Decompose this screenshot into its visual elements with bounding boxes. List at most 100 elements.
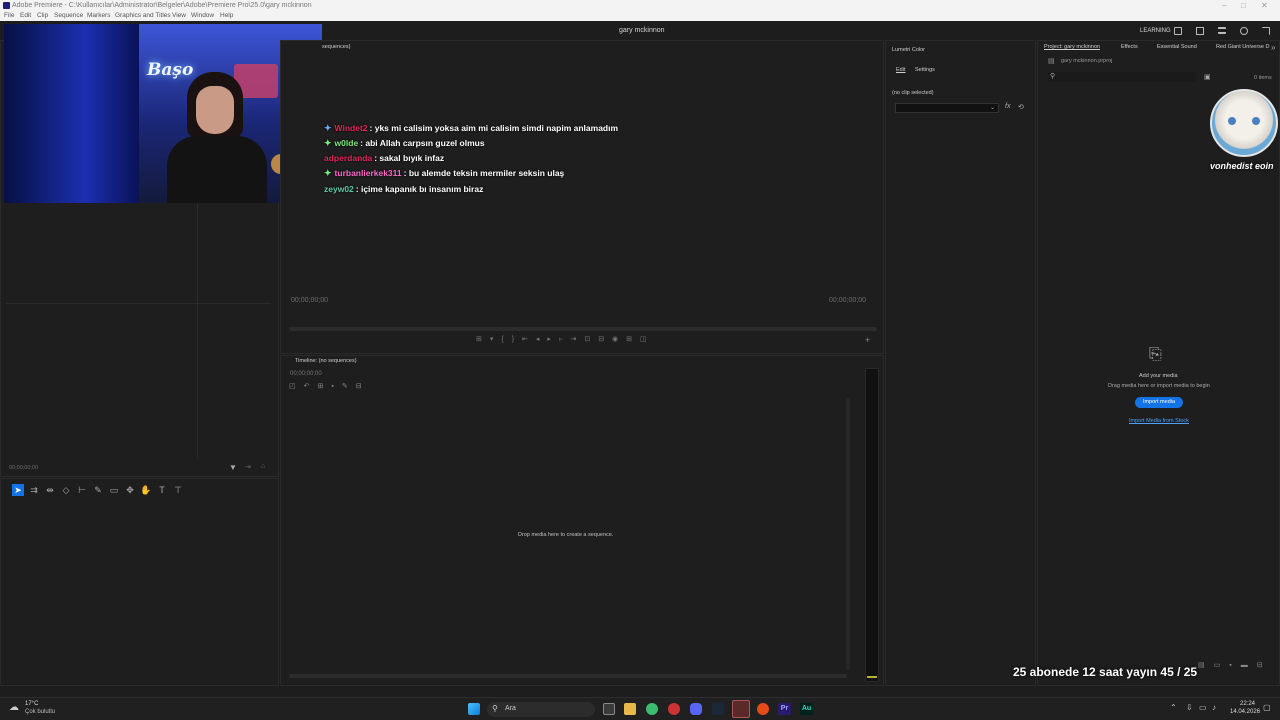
add-media-icon: ⎘ xyxy=(1149,346,1162,363)
razor-tool-icon[interactable]: ◇ xyxy=(60,484,72,496)
reset-icon[interactable]: ⟲ xyxy=(1018,103,1024,111)
timeline-tools[interactable]: ◰↶⊞▪✎⊟ xyxy=(289,382,381,392)
hand-tool-icon[interactable]: ✥ xyxy=(124,484,136,496)
tab-effects[interactable]: Effects xyxy=(1121,44,1138,50)
menu-window[interactable]: Window xyxy=(191,11,214,21)
learning-button[interactable]: LEARNING xyxy=(1140,28,1171,34)
menu-file[interactable]: File xyxy=(4,11,14,21)
monitor-tab[interactable]: sequences) xyxy=(322,44,350,50)
maximize-button[interactable]: □ xyxy=(1241,0,1246,11)
export-icon[interactable]: ⇥ xyxy=(245,463,251,471)
folder-icon: ▤ xyxy=(1048,58,1055,65)
chat-message: ✦ turbanlierkek311: bu alemde teksin merm… xyxy=(324,168,564,179)
volume-icon[interactable]: ♪ xyxy=(1212,703,1216,712)
menu-view[interactable]: View xyxy=(172,11,186,21)
fx-icon[interactable]: fx xyxy=(1005,103,1010,110)
program-timecode-left: 00;00;00;00 xyxy=(291,297,328,304)
timeline-vertical-scrollbar[interactable] xyxy=(846,398,850,670)
panel-divider xyxy=(197,203,198,458)
premiere-app-icon xyxy=(3,2,10,9)
chat-message: zeyw02: içime kapanık bı insanım biraz xyxy=(324,184,483,194)
usb-icon[interactable]: ⇩ xyxy=(1186,703,1193,712)
chrome-icon[interactable] xyxy=(668,703,680,715)
window-title-bar: Adobe Premiere - C:\Kullanıcılar\Adminis… xyxy=(0,0,1280,11)
program-scrubber[interactable] xyxy=(289,327,877,331)
panel-divider xyxy=(6,303,271,304)
search-label: Ara xyxy=(505,705,516,712)
lumetri-tab-edit[interactable]: Edit xyxy=(896,67,905,73)
notification-icon[interactable]: ▢ xyxy=(1263,703,1271,712)
minimize-button[interactable]: – xyxy=(1222,0,1226,11)
network-icon[interactable]: ▭ xyxy=(1199,703,1207,712)
close-button[interactable]: ✕ xyxy=(1261,0,1268,11)
windows-start-icon[interactable] xyxy=(468,703,480,715)
taskbar-search-box[interactable]: ⚲ Ara xyxy=(487,702,595,717)
menu-clip[interactable]: Clip xyxy=(37,11,48,21)
clock-date[interactable]: 14.04.2026 xyxy=(1230,709,1260,715)
timeline-panel: Timeline: (no sequences) 00;00;00;00 ◰↶⊞… xyxy=(280,355,884,686)
audition-taskbar-icon[interactable]: Au xyxy=(800,703,813,715)
audio-meter-level xyxy=(867,676,877,678)
webcam-overlay: Başo xyxy=(4,24,322,203)
slip-tool-icon[interactable]: ⊢ xyxy=(76,484,88,496)
menu-graphics[interactable]: Graphics and Titles xyxy=(115,11,171,21)
track-select-tool-icon[interactable]: ⇉ xyxy=(28,484,40,496)
tray-overflow-icon[interactable]: ⌃ xyxy=(1170,703,1177,712)
discord-icon[interactable] xyxy=(690,703,702,715)
task-view-icon[interactable] xyxy=(603,703,615,715)
cat-eye xyxy=(1228,117,1236,125)
filter-icon[interactable]: ▼ xyxy=(229,463,237,472)
clip-dropdown[interactable]: ⌄ xyxy=(895,103,999,113)
weather-icon: ☁ xyxy=(9,702,19,713)
empty-title: Add your media xyxy=(1139,373,1178,379)
neon-sign: Başo xyxy=(147,60,194,80)
zoom-tool-icon[interactable]: ✋ xyxy=(140,484,152,496)
app-icon[interactable] xyxy=(646,703,658,715)
tab-red-giant[interactable]: Red Giant Universe D xyxy=(1216,44,1270,50)
import-media-button[interactable]: Import media xyxy=(1135,397,1183,408)
menu-icon[interactable] xyxy=(1218,27,1226,34)
menu-markers[interactable]: Markers xyxy=(87,11,110,21)
tab-essential-sound[interactable]: Essential Sound xyxy=(1157,44,1197,50)
menu-bar: File Edit Clip Sequence Markers Graphics… xyxy=(0,11,1280,21)
lumetri-tab-settings[interactable]: Settings xyxy=(915,67,935,73)
menu-sequence[interactable]: Sequence xyxy=(54,11,83,21)
active-app-icon[interactable] xyxy=(732,700,750,718)
timeline-horizontal-scrollbar[interactable] xyxy=(289,674,847,678)
items-count: 0 items xyxy=(1254,75,1272,81)
menu-help[interactable]: Help xyxy=(220,11,233,21)
new-bin-icon[interactable]: ▣ xyxy=(1204,73,1211,81)
tab-project[interactable]: Project: gary mckinnon xyxy=(1044,44,1100,50)
chat-message: adperdanda: sakal bıyık infaz xyxy=(324,153,444,163)
pen-tool-icon[interactable]: ✎ xyxy=(92,484,104,496)
menu-edit[interactable]: Edit xyxy=(20,11,31,21)
premiere-taskbar-icon[interactable]: Pr xyxy=(778,703,791,715)
type-tool-icon[interactable]: T xyxy=(156,484,168,496)
browser-icon[interactable] xyxy=(757,703,769,715)
rectangle-tool-icon[interactable]: ▭ xyxy=(108,484,120,496)
wrench-icon[interactable]: ⌂ xyxy=(261,463,265,470)
clock-time[interactable]: 22:24 xyxy=(1240,701,1255,707)
add-button-icon[interactable]: + xyxy=(865,335,870,345)
steam-icon[interactable] xyxy=(712,703,724,715)
lumetri-panel: Lumetri Color Edit Settings (no clip sel… xyxy=(885,40,1036,686)
chat-username: zeyw02 xyxy=(324,184,354,194)
import-stock-link[interactable]: Import Media from Stock xyxy=(1129,418,1189,424)
tools-panel: ➤ ⇉ ⇹ ◇ ⊢ ✎ ▭ ✥ ✋ T ⊤ xyxy=(0,478,279,686)
lumetri-title[interactable]: Lumetri Color xyxy=(892,47,925,53)
project-footer-tools[interactable]: ▤▭▪▬⊟ xyxy=(1198,661,1278,671)
timeline-tab[interactable]: Timeline: (no sequences) xyxy=(295,358,357,364)
project-search-input[interactable]: ⚲ xyxy=(1048,72,1196,82)
search-icon: ⚲ xyxy=(492,704,498,713)
fullscreen-icon[interactable] xyxy=(1262,27,1270,35)
panel-layout-icon[interactable] xyxy=(1174,27,1182,35)
chat-username: w0lde xyxy=(334,138,359,148)
selection-tool-icon[interactable]: ➤ xyxy=(12,484,24,496)
share-icon[interactable] xyxy=(1196,27,1204,35)
transport-controls[interactable]: ⊞▾{}⇤◂▸▹⇥⊡⊟◉⊞◫ xyxy=(476,335,706,347)
more-tabs-icon[interactable]: » xyxy=(1271,43,1275,52)
file-explorer-icon[interactable] xyxy=(624,703,636,715)
ripple-edit-tool-icon[interactable]: ⇹ xyxy=(44,484,56,496)
search-icon[interactable] xyxy=(1240,27,1248,35)
vertical-type-tool-icon[interactable]: ⊤ xyxy=(172,484,184,496)
